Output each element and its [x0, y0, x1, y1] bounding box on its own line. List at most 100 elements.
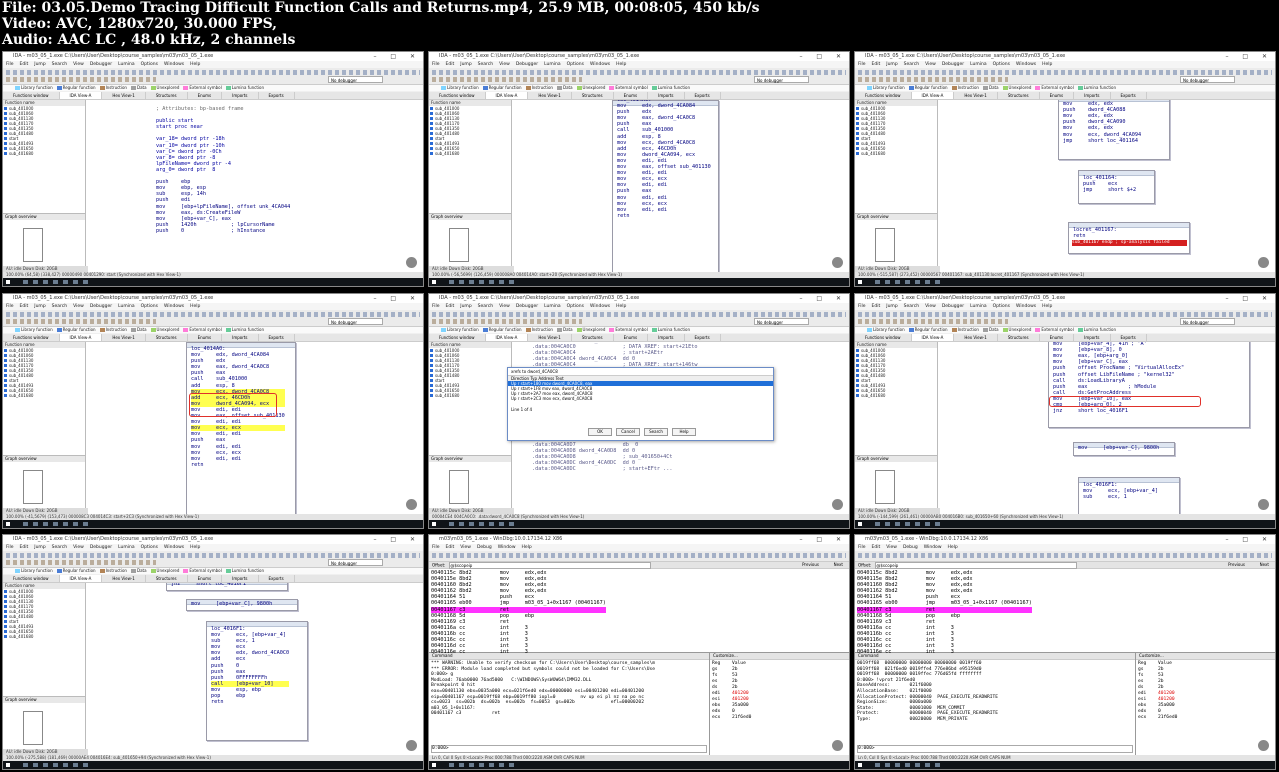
disassembly-view[interactable]: ; Attributes: bp-based frame public star…	[86, 100, 423, 272]
taskbar-app-icon[interactable]	[63, 522, 68, 526]
taskbar-app-icon[interactable]	[935, 763, 940, 767]
function-item[interactable]: sub_401680	[429, 393, 511, 398]
video-overlay-control-icon[interactable]	[832, 499, 843, 510]
taskbar-app-icon[interactable]	[449, 522, 454, 526]
taskbar-app-icon[interactable]	[43, 522, 48, 526]
tab-functions-window[interactable]: Functions window	[429, 334, 486, 341]
tab-ida-view-a[interactable]: IDA View-A	[911, 334, 955, 341]
video-overlay-control-icon[interactable]	[832, 257, 843, 268]
offset-input[interactable]: @$scopeip	[875, 562, 1078, 569]
menu-item-edit[interactable]: Edit	[446, 62, 455, 67]
video-overlay-control-icon[interactable]	[1258, 257, 1269, 268]
tab-imports[interactable]: Imports	[222, 334, 259, 341]
function-item[interactable]: sub_401680	[855, 151, 937, 156]
debugger-select[interactable]: No debugger	[754, 318, 809, 325]
menu-item-lumina[interactable]: Lumina	[118, 304, 135, 309]
taskbar-app-icon[interactable]	[43, 280, 48, 284]
toolbar-buttons-row2[interactable]	[6, 319, 156, 324]
taskbar-app-icon[interactable]	[63, 763, 68, 767]
disassembly-view[interactable]: loc_4014A0: mov edx, dword_4CA084 push edx…	[512, 100, 849, 272]
tab-hex-view-1[interactable]: Hex View-1	[102, 334, 146, 341]
tab-hex-view-1[interactable]: Hex View-1	[102, 92, 146, 99]
taskbar-app-icon[interactable]	[53, 522, 58, 526]
tab-exports[interactable]: Exports	[1111, 334, 1147, 341]
tab-enums[interactable]: Enums	[188, 92, 223, 99]
taskbar-app-icon[interactable]	[23, 280, 28, 284]
menu-item-view[interactable]: View	[499, 62, 510, 67]
toolbar-buttons[interactable]	[432, 312, 846, 317]
menu-item-jump[interactable]: Jump	[886, 304, 897, 309]
menu-item-window[interactable]: Window	[924, 545, 942, 550]
menu-item-jump[interactable]: Jump	[460, 62, 471, 67]
toolbar-buttons-row2[interactable]	[858, 77, 1008, 82]
menu-item-debugger[interactable]: Debugger	[90, 304, 112, 309]
tab-hex-view-1[interactable]: Hex View-1	[528, 334, 572, 341]
tab-enums[interactable]: Enums	[188, 334, 223, 341]
taskbar-app-icon[interactable]	[509, 522, 514, 526]
menu-item-help[interactable]: Help	[522, 545, 532, 550]
menu-item-edit[interactable]: Edit	[20, 545, 29, 550]
tab-exports[interactable]: Exports	[685, 92, 721, 99]
debugger-select[interactable]: No debugger	[328, 76, 383, 83]
function-item[interactable]: sub_401680	[3, 393, 85, 398]
menu-item-debug[interactable]: Debug	[903, 545, 918, 550]
tab-enums[interactable]: Enums	[1040, 334, 1075, 341]
menu-item-lumina[interactable]: Lumina	[544, 62, 561, 67]
function-item[interactable]: sub_401680	[3, 151, 85, 156]
taskbar-app-icon[interactable]	[459, 280, 464, 284]
taskbar-app-icon[interactable]	[875, 763, 880, 767]
window-controls[interactable]: – □ ✕	[373, 52, 421, 61]
taskbar-app-icon[interactable]	[499, 763, 504, 767]
menu-item-options[interactable]: Options	[567, 304, 584, 309]
graph-overview-viewport[interactable]	[23, 711, 43, 745]
menu-item-debugger[interactable]: Debugger	[90, 545, 112, 550]
tab-imports[interactable]: Imports	[1074, 334, 1111, 341]
menu-item-help[interactable]: Help	[948, 545, 958, 550]
debugger-select[interactable]: No debugger	[754, 76, 809, 83]
toolbar-buttons-row2[interactable]	[432, 77, 582, 82]
window-controls[interactable]: – □ ✕	[799, 294, 847, 303]
taskbar-app-icon[interactable]	[449, 280, 454, 284]
menu-item-help[interactable]: Help	[1042, 304, 1052, 309]
taskbar-app-icon[interactable]	[83, 280, 88, 284]
taskbar-app-icon[interactable]	[489, 280, 494, 284]
graph-overview-viewport[interactable]	[875, 470, 895, 504]
menu-item-search[interactable]: Search	[478, 62, 493, 67]
taskbar-app-icon[interactable]	[885, 280, 890, 284]
registers-customize[interactable]: Customize...	[710, 653, 849, 660]
menu-item-file[interactable]: File	[858, 304, 866, 309]
disassembly-view[interactable]: loc_4014A0: mov edx, dword_4CA084 push edx…	[86, 342, 423, 514]
menu-item-lumina[interactable]: Lumina	[544, 304, 561, 309]
menu-item-windows[interactable]: Windows	[164, 545, 184, 550]
tab-structures[interactable]: Structures	[998, 92, 1040, 99]
tab-enums[interactable]: Enums	[614, 92, 649, 99]
tab-structures[interactable]: Structures	[146, 92, 188, 99]
video-overlay-control-icon[interactable]	[406, 740, 417, 751]
menu-item-edit[interactable]: Edit	[872, 545, 881, 550]
toolbar-buttons[interactable]	[858, 70, 1272, 75]
tab-enums[interactable]: Enums	[188, 575, 223, 582]
windows-start-icon[interactable]	[6, 763, 10, 767]
debugger-select[interactable]: No debugger	[328, 559, 383, 566]
taskbar-app-icon[interactable]	[895, 763, 900, 767]
taskbar-app-icon[interactable]	[63, 280, 68, 284]
menu-item-view[interactable]: View	[460, 545, 471, 550]
menu-item-options[interactable]: Options	[567, 62, 584, 67]
video-overlay-control-icon[interactable]	[1258, 499, 1269, 510]
menu-item-jump[interactable]: Jump	[460, 304, 471, 309]
command-prompt[interactable]: 0:000>	[431, 745, 707, 753]
windows-start-icon[interactable]	[858, 280, 862, 284]
menu-item-file[interactable]: File	[858, 62, 866, 67]
tab-ida-view-a[interactable]: IDA View-A	[911, 92, 955, 99]
toolbar-buttons[interactable]	[432, 553, 846, 558]
menu-item-view[interactable]: View	[499, 304, 510, 309]
taskbar-app-icon[interactable]	[449, 763, 454, 767]
taskbar-app-icon[interactable]	[469, 280, 474, 284]
menu-item-search[interactable]: Search	[52, 545, 67, 550]
function-item[interactable]: sub_401680	[429, 151, 511, 156]
debugger-select[interactable]: No debugger	[328, 318, 383, 325]
window-controls[interactable]: – □ ✕	[1225, 535, 1273, 544]
taskbar-app-icon[interactable]	[23, 522, 28, 526]
tab-ida-view-a[interactable]: IDA View-A	[59, 92, 103, 99]
tab-exports[interactable]: Exports	[259, 334, 295, 341]
